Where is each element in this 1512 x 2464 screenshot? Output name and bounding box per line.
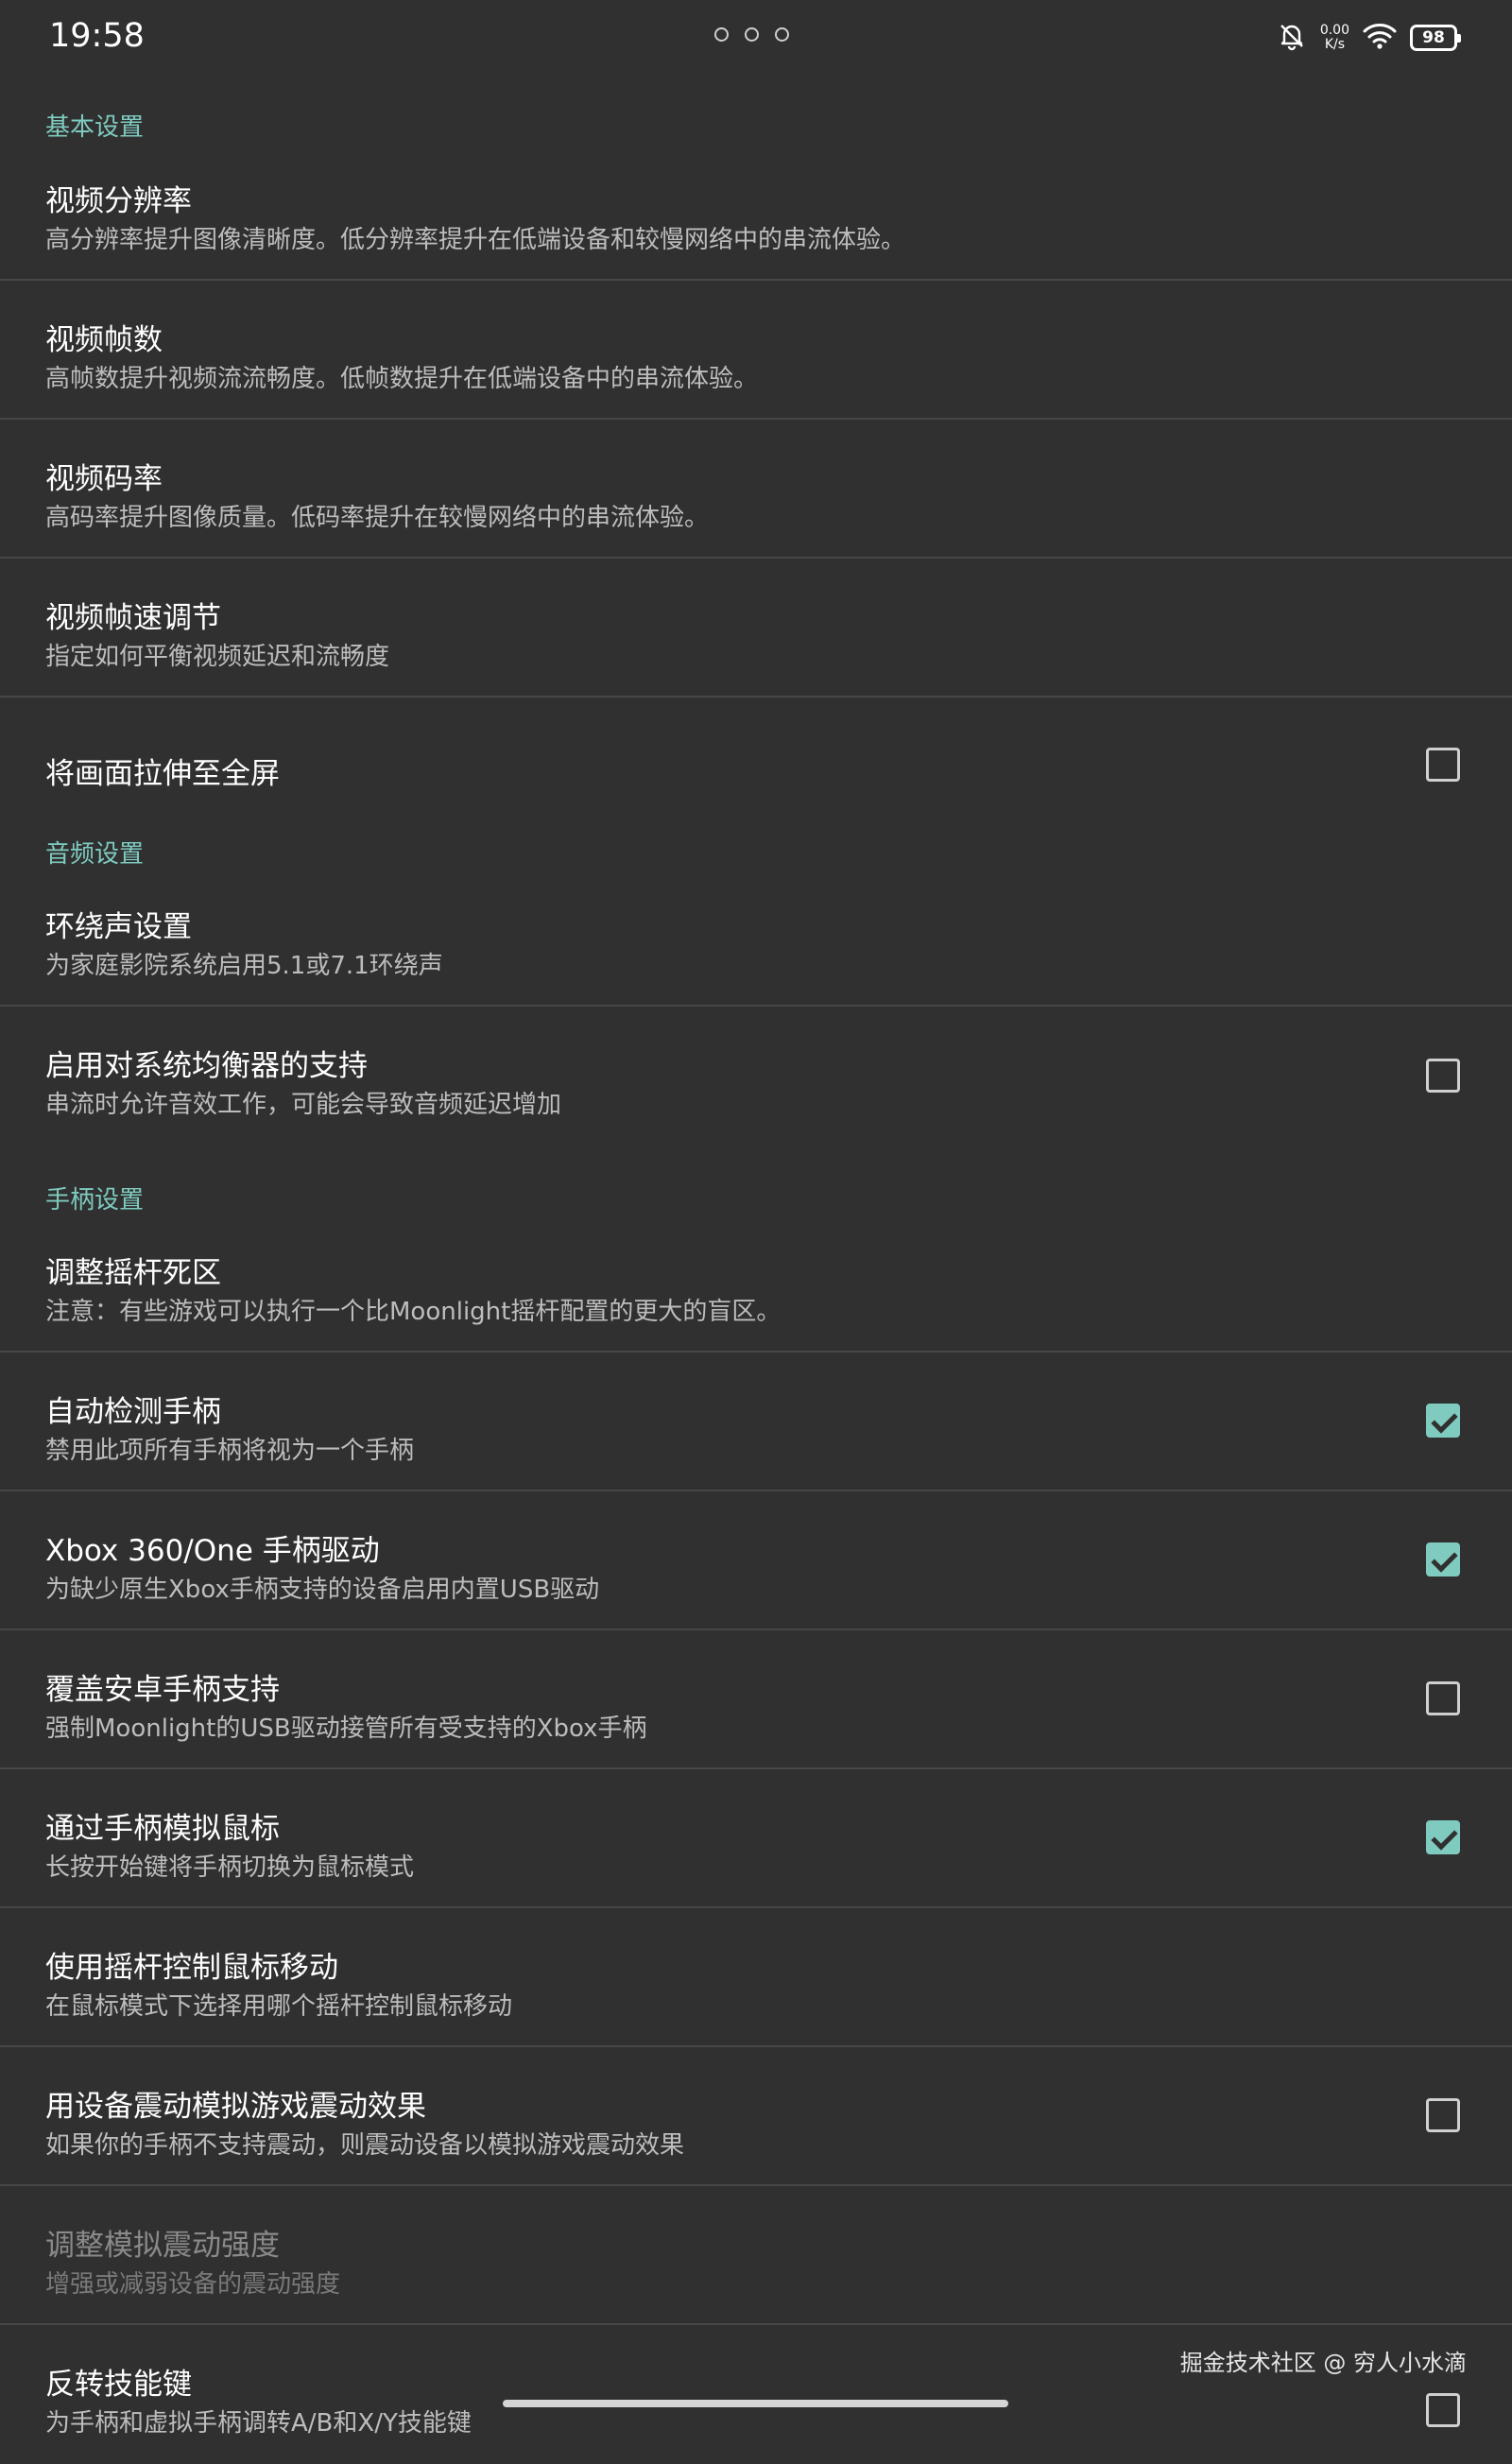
pref-override-android-gamepad[interactable]: 覆盖安卓手柄支持 强制Moonlight的USB驱动接管所有受支持的Xbox手柄 xyxy=(0,1630,1512,1769)
net-speed-value: 0.00 xyxy=(1319,23,1349,38)
pref-summary: 为缺少原生Xbox手柄支持的设备启用内置USB驱动 xyxy=(45,1576,600,1604)
bell-off-icon xyxy=(1277,21,1307,55)
pref-title: Xbox 360/One 手柄驱动 xyxy=(45,1534,380,1568)
pref-summary: 增强或减弱设备的震动强度 xyxy=(45,2270,341,2299)
net-speed: 0.00 K/s xyxy=(1320,24,1349,52)
vibrate-checkbox[interactable] xyxy=(1426,2098,1460,2132)
pref-title: 使用摇杆控制鼠标移动 xyxy=(45,1951,338,1985)
equalizer-checkbox[interactable] xyxy=(1426,1059,1460,1093)
status-time: 19:58 xyxy=(49,17,145,55)
pref-xbox-driver[interactable]: Xbox 360/One 手柄驱动 为缺少原生Xbox手柄支持的设备启用内置US… xyxy=(0,1491,1512,1630)
pref-title: 视频帧数 xyxy=(45,323,163,357)
pref-summary: 高码率提升图像质量。低码率提升在较慢网络中的串流体验。 xyxy=(45,504,710,532)
wifi-icon xyxy=(1363,22,1397,54)
pref-title: 自动检测手柄 xyxy=(45,1395,221,1429)
pref-stretch-fullscreen[interactable]: 将画面拉伸至全屏 xyxy=(0,698,1512,836)
pref-summary: 高分辨率提升图像清晰度。低分辨率提升在低端设备和较慢网络中的串流体验。 xyxy=(45,226,906,254)
pref-summary: 长按开始键将手柄切换为鼠标模式 xyxy=(45,1853,415,1882)
autodetect-checkbox[interactable] xyxy=(1426,1404,1460,1438)
pref-mouse-emulation[interactable]: 通过手柄模拟鼠标 长按开始键将手柄切换为鼠标模式 xyxy=(0,1769,1512,1908)
pref-summary: 在鼠标模式下选择用哪个摇杆控制鼠标移动 xyxy=(45,1992,513,2021)
pref-summary: 强制Moonlight的USB驱动接管所有受支持的Xbox手柄 xyxy=(45,1714,647,1743)
pref-stick-deadzone[interactable]: 调整摇杆死区 注意：有些游戏可以执行一个比Moonlight摇杆配置的更大的盲区… xyxy=(0,1214,1512,1353)
battery-icon: 98 xyxy=(1410,25,1461,51)
net-speed-unit: K/s xyxy=(1324,37,1346,52)
category-gamepad-settings: 手柄设置 xyxy=(45,1186,145,1215)
pref-title: 通过手柄模拟鼠标 xyxy=(45,1812,280,1846)
pref-title: 视频码率 xyxy=(45,462,163,496)
pref-vibrate-strength: 调整模拟震动强度 增强或减弱设备的震动强度 xyxy=(0,2186,1512,2325)
pref-title: 将画面拉伸至全屏 xyxy=(45,757,280,791)
xbox-driver-checkbox[interactable] xyxy=(1426,1542,1460,1577)
dot-icon xyxy=(775,27,789,42)
pref-title: 环绕声设置 xyxy=(45,910,192,944)
pref-summary: 禁用此项所有手柄将视为一个手柄 xyxy=(45,1437,415,1465)
flip-face-checkbox[interactable] xyxy=(1426,2393,1460,2427)
dot-icon xyxy=(745,27,759,42)
pref-title: 视频帧速调节 xyxy=(45,601,221,635)
pref-surround-sound[interactable]: 环绕声设置 为家庭影院系统启用5.1或7.1环绕声 xyxy=(0,868,1512,1007)
pref-title: 视频分辨率 xyxy=(45,184,192,218)
pref-title: 调整模拟震动强度 xyxy=(45,2229,280,2263)
pref-title: 反转技能键 xyxy=(45,2368,192,2402)
pref-summary: 串流时允许音效工作，可能会导致音频延迟增加 xyxy=(45,1091,562,1119)
pref-system-equalizer[interactable]: 启用对系统均衡器的支持 串流时允许音效工作，可能会导致音频延迟增加 xyxy=(0,1007,1512,1146)
category-basic-settings: 基本设置 xyxy=(45,113,145,142)
pref-video-fps[interactable]: 视频帧数 高帧数提升视频流流畅度。低帧数提升在低端设备中的串流体验。 xyxy=(0,281,1512,420)
pref-title: 调整摇杆死区 xyxy=(45,1256,221,1290)
pref-video-resolution[interactable]: 视频分辨率 高分辨率提升图像清晰度。低分辨率提升在低端设备和较慢网络中的串流体验… xyxy=(0,142,1512,281)
override-checkbox[interactable] xyxy=(1426,1681,1460,1715)
pref-summary: 高帧数提升视频流流畅度。低帧数提升在低端设备中的串流体验。 xyxy=(45,365,759,393)
home-indicator[interactable] xyxy=(503,2400,1008,2407)
pref-summary: 为家庭影院系统启用5.1或7.1环绕声 xyxy=(45,952,443,980)
pref-vibrate-fallback[interactable]: 用设备震动模拟游戏震动效果 如果你的手柄不支持震动，则震动设备以模拟游戏震动效果 xyxy=(0,2047,1512,2186)
status-icons: 0.00 K/s 98 xyxy=(1277,19,1461,57)
pref-stick-mouse-movement[interactable]: 使用摇杆控制鼠标移动 在鼠标模式下选择用哪个摇杆控制鼠标移动 xyxy=(0,1908,1512,2047)
watermark: 掘金技术社区 @ 穷人小水滴 xyxy=(1179,2350,1467,2376)
pref-title: 覆盖安卓手柄支持 xyxy=(45,1673,280,1707)
pref-title: 启用对系统均衡器的支持 xyxy=(45,1049,368,1083)
pref-video-bitrate[interactable]: 视频码率 高码率提升图像质量。低码率提升在较慢网络中的串流体验。 xyxy=(0,420,1512,559)
status-bar: 19:58 0.00 K/s 98 xyxy=(0,0,1512,76)
status-dots xyxy=(714,27,789,42)
pref-summary: 为手柄和虚拟手柄调转A/B和X/Y技能键 xyxy=(45,2409,472,2438)
mouse-emulation-checkbox[interactable] xyxy=(1426,1820,1460,1854)
category-audio-settings: 音频设置 xyxy=(45,840,145,869)
pref-summary: 注意：有些游戏可以执行一个比Moonlight摇杆配置的更大的盲区。 xyxy=(45,1298,782,1326)
pref-summary: 如果你的手柄不支持震动，则震动设备以模拟游戏震动效果 xyxy=(45,2131,685,2160)
stretch-checkbox[interactable] xyxy=(1426,748,1460,782)
pref-auto-detect-gamepad[interactable]: 自动检测手柄 禁用此项所有手柄将视为一个手柄 xyxy=(0,1353,1512,1491)
dot-icon xyxy=(714,27,729,42)
pref-summary: 指定如何平衡视频延迟和流畅度 xyxy=(45,643,390,671)
pref-title: 用设备震动模拟游戏震动效果 xyxy=(45,2090,426,2124)
pref-frame-pacing[interactable]: 视频帧速调节 指定如何平衡视频延迟和流畅度 xyxy=(0,559,1512,698)
